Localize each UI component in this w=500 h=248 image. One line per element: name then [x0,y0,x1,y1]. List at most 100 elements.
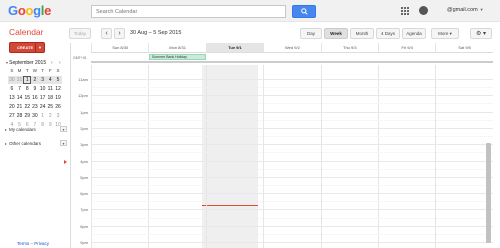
mini-day-cell[interactable]: 10 [39,85,47,93]
logo-letter: e [44,3,52,18]
mini-day-cell[interactable]: 1 [39,112,47,120]
day-column-divider [435,65,437,248]
hour-label: 7pm [80,207,88,213]
mini-day-cell[interactable]: 17 [39,94,47,102]
today-button[interactable]: Today [69,28,91,39]
week-grid[interactable]: GMT+01 Summer Bank Holiday Sun 8/30 Mon 8… [70,43,493,248]
mini-day-cell[interactable]: 14 [16,94,24,102]
hour-gridline [91,225,493,227]
create-label: CREATE [17,45,34,50]
hour-gridline [91,242,493,243]
day-header[interactable]: Mon 8/31 [148,43,205,52]
mini-day-cell[interactable]: 31 [15,76,24,84]
day-header[interactable]: Thu 9/3 [320,43,378,52]
view-day-button[interactable]: Day [300,28,322,39]
mini-day-cell[interactable]: 3 [54,112,62,120]
view-month-button[interactable]: Month [350,28,374,39]
mini-day-cell[interactable]: 26 [54,103,62,111]
mini-dow-label: M [17,68,22,73]
mini-day-cell[interactable]: 2 [31,76,39,84]
more-menu-button[interactable]: More ▾ [431,28,459,39]
mini-day-cell[interactable]: 24 [39,103,47,111]
mini-day-cell[interactable]: 25 [46,103,54,111]
mini-prev-month-button[interactable]: ‹ [51,60,53,66]
day-column-divider [320,65,322,248]
notifications-icon[interactable] [419,6,428,15]
chevron-right-icon: ▸ [5,141,8,146]
half-hour-gridline [91,87,493,89]
mini-day-cell[interactable]: 7 [16,85,24,93]
create-button[interactable]: CREATE ▼ [9,42,45,53]
day-header[interactable]: Wed 9/2 [263,43,320,52]
day-header[interactable]: Tue 9/1 [205,43,264,52]
mini-day-cell[interactable]: 8 [39,121,47,129]
next-week-button[interactable]: › [114,28,125,39]
mini-month-label: September 2015 [9,60,47,66]
hour-label: 5pm [80,174,88,180]
day-header[interactable]: Sat 9/5 [435,43,492,52]
mini-day-cell[interactable]: 15 [23,94,31,102]
search-input[interactable] [91,5,286,18]
day-header[interactable]: Fri 9/4 [378,43,435,52]
mini-day-cell[interactable]: 9 [46,121,54,129]
privacy-link[interactable]: Privacy [34,241,49,246]
mini-day-cell[interactable]: 5 [54,76,62,84]
account-menu[interactable]: @gmail.com ▼ [447,7,484,13]
mini-day-cell[interactable]: 8 [23,85,31,93]
mini-day-cell[interactable]: 11 [46,85,54,93]
google-logo[interactable]: Google [8,3,51,18]
hour-gridline [91,111,493,113]
mini-day-cell[interactable]: 22 [23,103,31,111]
apps-grid-icon[interactable] [401,7,409,15]
chevron-down-icon[interactable]: ▼ [35,43,44,52]
mini-dow-label: T [25,68,29,73]
mini-day-cell[interactable]: 30 [31,112,39,120]
search-button[interactable] [292,5,316,18]
mini-calendar-grid: S M T W T F S 30 31 1 2 3 4 5 6 7 8 9 10 11 12 13 14 15 16 17 18 19… [8,67,62,129]
half-hour-gridline [91,119,493,121]
grid-scrollbar[interactable] [486,143,491,243]
mini-day-cell[interactable]: 18 [46,94,54,102]
mini-next-month-button[interactable]: › [59,60,61,66]
mini-dow-label: W [32,68,38,73]
mini-day-cell[interactable]: 3 [38,76,47,84]
logo-letter: G [8,3,18,18]
view-agenda-button[interactable]: Agenda [402,28,426,39]
other-calendars-toggle[interactable]: ▸ Other calendars [5,141,41,146]
other-calendars-menu-button[interactable]: ▾ [60,140,67,146]
event-summer-bank-holiday[interactable]: Summer Bank Holiday [149,54,206,60]
top-bar: Google @gmail.com▼ [0,0,500,22]
mini-day-cell[interactable]: 16 [31,94,39,102]
mini-day-cell[interactable]: 2 [46,112,54,120]
mini-dow-label: S [56,68,60,73]
mini-day-cell[interactable]: 29 [23,112,31,120]
mini-day-cell[interactable]: 30 [8,76,16,84]
search-icon [300,8,308,15]
view-4days-button[interactable]: 4 Days [376,28,400,39]
my-calendars-toggle[interactable]: ▸ My calendars [5,127,36,132]
mini-day-cell[interactable]: 19 [54,94,62,102]
terms-link[interactable]: Terms [17,241,29,246]
mini-day-cell[interactable]: 6 [8,85,16,93]
mini-day-cell[interactable]: 27 [8,112,16,120]
mini-day-cell[interactable]: 21 [16,103,24,111]
half-hour-gridline [91,103,493,105]
mini-day-cell[interactable]: 20 [8,103,16,111]
settings-button[interactable]: ⚙ ▾ [470,28,492,39]
view-week-button[interactable]: Week [324,28,348,39]
mini-dow-label: F [48,68,52,73]
mini-day-cell[interactable]: 4 [46,76,55,84]
mini-day-cell[interactable]: 12 [54,85,62,93]
day-header[interactable]: Sun 8/30 [91,43,148,52]
mini-day-cell[interactable]: 28 [16,112,24,120]
mini-day-cell[interactable]: 1 [23,76,32,84]
mini-day-cell[interactable]: 23 [31,103,39,111]
mini-day-cell[interactable]: 13 [8,94,16,102]
hour-gridline [91,209,493,211]
hour-gridline [91,127,493,129]
logo-letter: o [25,3,34,18]
mini-day-cell[interactable]: 9 [31,85,39,93]
my-calendars-label: My calendars [9,127,36,132]
my-calendars-menu-button[interactable]: ▾ [60,126,67,132]
prev-week-button[interactable]: ‹ [101,28,112,39]
